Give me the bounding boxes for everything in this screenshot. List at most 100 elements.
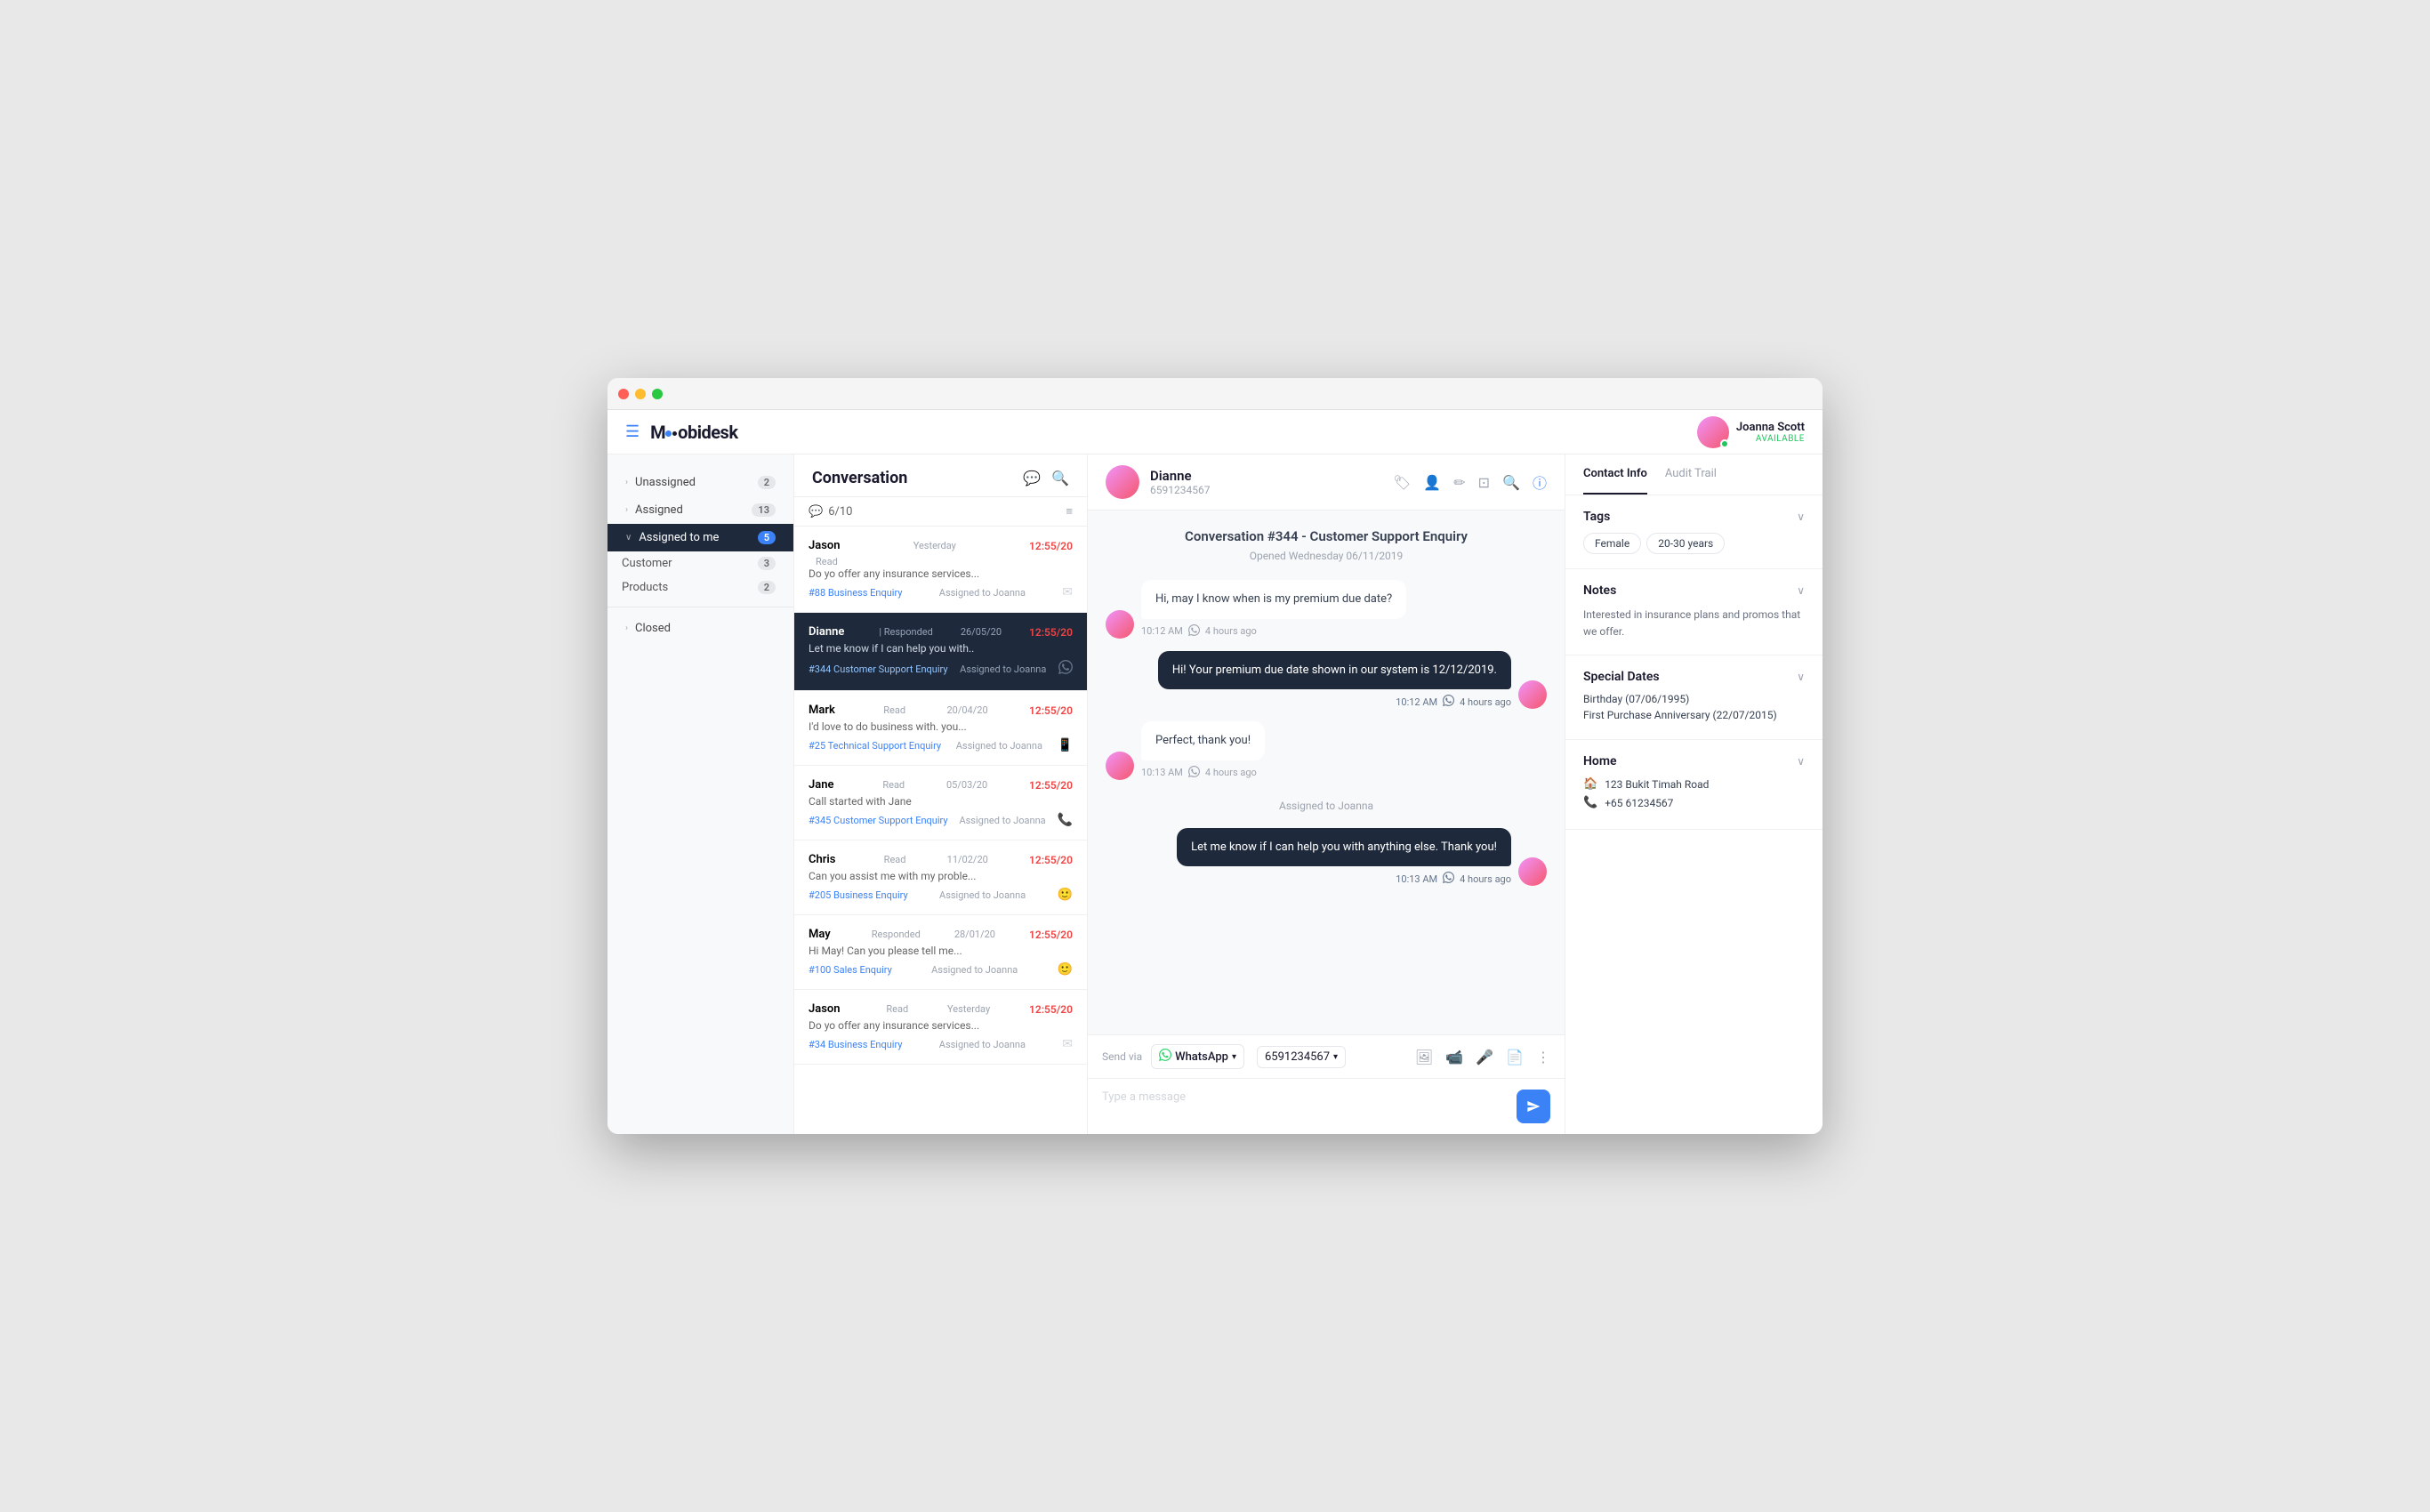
- conv-time: 12:55/20: [1029, 626, 1073, 639]
- search-icon[interactable]: 🔍: [1502, 474, 1520, 491]
- conv-date: 11/02/20: [947, 854, 988, 865]
- chat-messages: Conversation #344 - Customer Support Enq…: [1088, 511, 1565, 1034]
- home-phone-item: 📞 +65 61234567: [1583, 796, 1805, 809]
- conv-date: 28/01/20: [954, 929, 995, 940]
- chat-header-actions: 🏷 👤 ✏ ⊡ 🔍 ⓘ: [1393, 471, 1547, 493]
- sidebar-item-label: Closed: [635, 622, 671, 635]
- contact-avatar: [1106, 465, 1139, 499]
- sidebar-item-unassigned[interactable]: › Unassigned 2: [608, 469, 793, 496]
- send-button[interactable]: [1517, 1090, 1550, 1123]
- conv-item[interactable]: Jane Read 05/03/20 12:55/20 Call started…: [794, 766, 1087, 840]
- conv-sender-name: May: [809, 928, 831, 941]
- traffic-lights: [618, 389, 663, 399]
- conv-date: Yesterday: [913, 540, 956, 551]
- agent-avatar: [1518, 680, 1547, 709]
- conv-status: Read: [882, 779, 905, 791]
- image-icon[interactable]: 🖼: [1415, 1049, 1433, 1066]
- sidebar-item-closed[interactable]: › Closed: [608, 615, 793, 642]
- send-via-dropdown[interactable]: WhatsApp ▾: [1151, 1044, 1244, 1069]
- menu-icon[interactable]: ☰: [625, 422, 640, 441]
- top-nav: ☰ Mobidesk Joanna Scott AVAILABLE: [608, 410, 1822, 454]
- video-icon[interactable]: 📹: [1445, 1049, 1463, 1066]
- tags-row: Female 20-30 years: [1583, 533, 1805, 554]
- sidebar-item-assigned-to-me[interactable]: ∨ Assigned to me 5: [608, 524, 793, 551]
- message-row: Hi, may I know when is my premium due da…: [1106, 580, 1547, 639]
- home-icon: 🏠: [1583, 777, 1597, 791]
- conv-time: 12:55/20: [1029, 540, 1073, 552]
- conv-status: Responded: [872, 929, 921, 940]
- message-input[interactable]: [1102, 1090, 1508, 1122]
- conv-item[interactable]: May Responded 28/01/20 12:55/20 Hi May! …: [794, 915, 1087, 990]
- user-profile[interactable]: Joanna Scott AVAILABLE: [1697, 416, 1805, 448]
- conv-item[interactable]: Jason Read Yesterday 12:55/20 Do yo offe…: [794, 990, 1087, 1065]
- tab-contact-info[interactable]: Contact Info: [1583, 454, 1647, 495]
- conv-assigned: Assigned to Joanna: [931, 964, 1018, 976]
- special-dates-header[interactable]: Special Dates ∨: [1583, 670, 1805, 684]
- sidebar-item-assigned[interactable]: › Assigned 13: [608, 496, 793, 524]
- contact-section-home: Home ∨ 🏠 123 Bukit Timah Road 📞 +65 6123…: [1565, 740, 1822, 830]
- msg-ago: 4 hours ago: [1205, 767, 1257, 778]
- edit-icon[interactable]: ✏: [1453, 474, 1465, 491]
- title-bar: [608, 378, 1822, 410]
- conv-item[interactable]: Chris Read 11/02/20 12:55/20 Can you ass…: [794, 840, 1087, 915]
- logo: Mobidesk: [650, 422, 737, 443]
- minimize-button[interactable]: [635, 389, 646, 399]
- user-status: AVAILABLE: [1736, 434, 1805, 444]
- status-indicator: [1720, 439, 1729, 448]
- home-address: 123 Bukit Timah Road: [1605, 778, 1709, 791]
- conv-count: 💬 6/10: [809, 505, 852, 519]
- home-section-header[interactable]: Home ∨: [1583, 754, 1805, 768]
- tab-label: Audit Trail: [1665, 467, 1717, 480]
- conv-count-text: 6/10: [828, 505, 852, 519]
- phone-dropdown[interactable]: 6591234567 ▾: [1257, 1046, 1346, 1068]
- notes-section-header[interactable]: Notes ∨: [1583, 583, 1805, 598]
- send-via-value: WhatsApp: [1175, 1050, 1228, 1064]
- conv-list-header: Conversation 💬 🔍: [794, 454, 1087, 497]
- conv-time: 12:55/20: [1029, 1003, 1073, 1016]
- msg-ago: 4 hours ago: [1460, 873, 1511, 885]
- tab-audit-trail[interactable]: Audit Trail: [1665, 454, 1717, 495]
- whatsapp-icon: [1188, 624, 1200, 639]
- contact-section-special-dates: Special Dates ∨ Birthday (07/06/1995) Fi…: [1565, 655, 1822, 740]
- info-icon[interactable]: ⓘ: [1533, 471, 1547, 493]
- conv-item[interactable]: Jason Yesterday 12:55/20 Read Do yo offe…: [794, 527, 1087, 613]
- contact-name: Dianne: [1150, 468, 1210, 484]
- more-icon[interactable]: ⋮: [1536, 1049, 1550, 1066]
- assign-icon[interactable]: 👤: [1423, 474, 1441, 491]
- conv-assigned: Assigned to Joanna: [939, 889, 1026, 901]
- msg-bubble: Let me know if I can help you with anyth…: [1177, 828, 1511, 867]
- file-icon[interactable]: 📄: [1506, 1049, 1524, 1066]
- filter-icon[interactable]: ≡: [1066, 504, 1073, 519]
- label-icon[interactable]: 🏷: [1393, 474, 1411, 491]
- msg-time: 10:13 AM: [1141, 767, 1183, 778]
- close-button[interactable]: [618, 389, 629, 399]
- compose-icon[interactable]: 💬: [1023, 470, 1041, 487]
- conv-sender-name: Mark: [809, 704, 835, 717]
- screen-icon[interactable]: ⊡: [1478, 474, 1490, 491]
- conv-sender-name: Chris: [809, 853, 836, 866]
- avatar: [1697, 416, 1729, 448]
- tags-section-header[interactable]: Tags ∨: [1583, 510, 1805, 524]
- conv-item[interactable]: Mark Read 20/04/20 12:55/20 I'd love to …: [794, 691, 1087, 766]
- sidebar-item-customer[interactable]: Customer 3: [608, 551, 793, 575]
- sidebar-item-products[interactable]: Products 2: [608, 575, 793, 599]
- whatsapp-icon: [1188, 766, 1200, 780]
- conv-preview: I'd love to do business with. you...: [809, 720, 1073, 733]
- conv-title: Conversation #344 - Customer Support Enq…: [1106, 528, 1547, 544]
- msg-content: Perfect, thank you! 10:13 AM 4 hours ago: [1141, 721, 1265, 780]
- chevron-down-icon: ∨: [1797, 584, 1805, 597]
- chat-header: Dianne 6591234567 🏷 👤 ✏ ⊡ 🔍 ⓘ: [1088, 454, 1565, 511]
- conv-list-title: Conversation: [812, 469, 907, 487]
- conv-sender-name: Jane: [809, 778, 833, 792]
- msg-text: Perfect, thank you!: [1155, 734, 1251, 747]
- notes-title: Notes: [1583, 583, 1616, 598]
- conv-item[interactable]: Dianne | Responded 26/05/20 12:55/20 Let…: [794, 613, 1087, 691]
- tag-chip[interactable]: 20-30 years: [1646, 533, 1725, 554]
- msg-bubble: Hi! Your premium due date shown in our s…: [1158, 651, 1511, 690]
- conv-preview: Call started with Jane: [809, 795, 1073, 808]
- tag-chip[interactable]: Female: [1583, 533, 1641, 554]
- conv-tag: #344 Customer Support Enquiry: [809, 664, 948, 675]
- mic-icon[interactable]: 🎤: [1476, 1049, 1493, 1066]
- maximize-button[interactable]: [652, 389, 663, 399]
- search-icon[interactable]: 🔍: [1051, 470, 1069, 487]
